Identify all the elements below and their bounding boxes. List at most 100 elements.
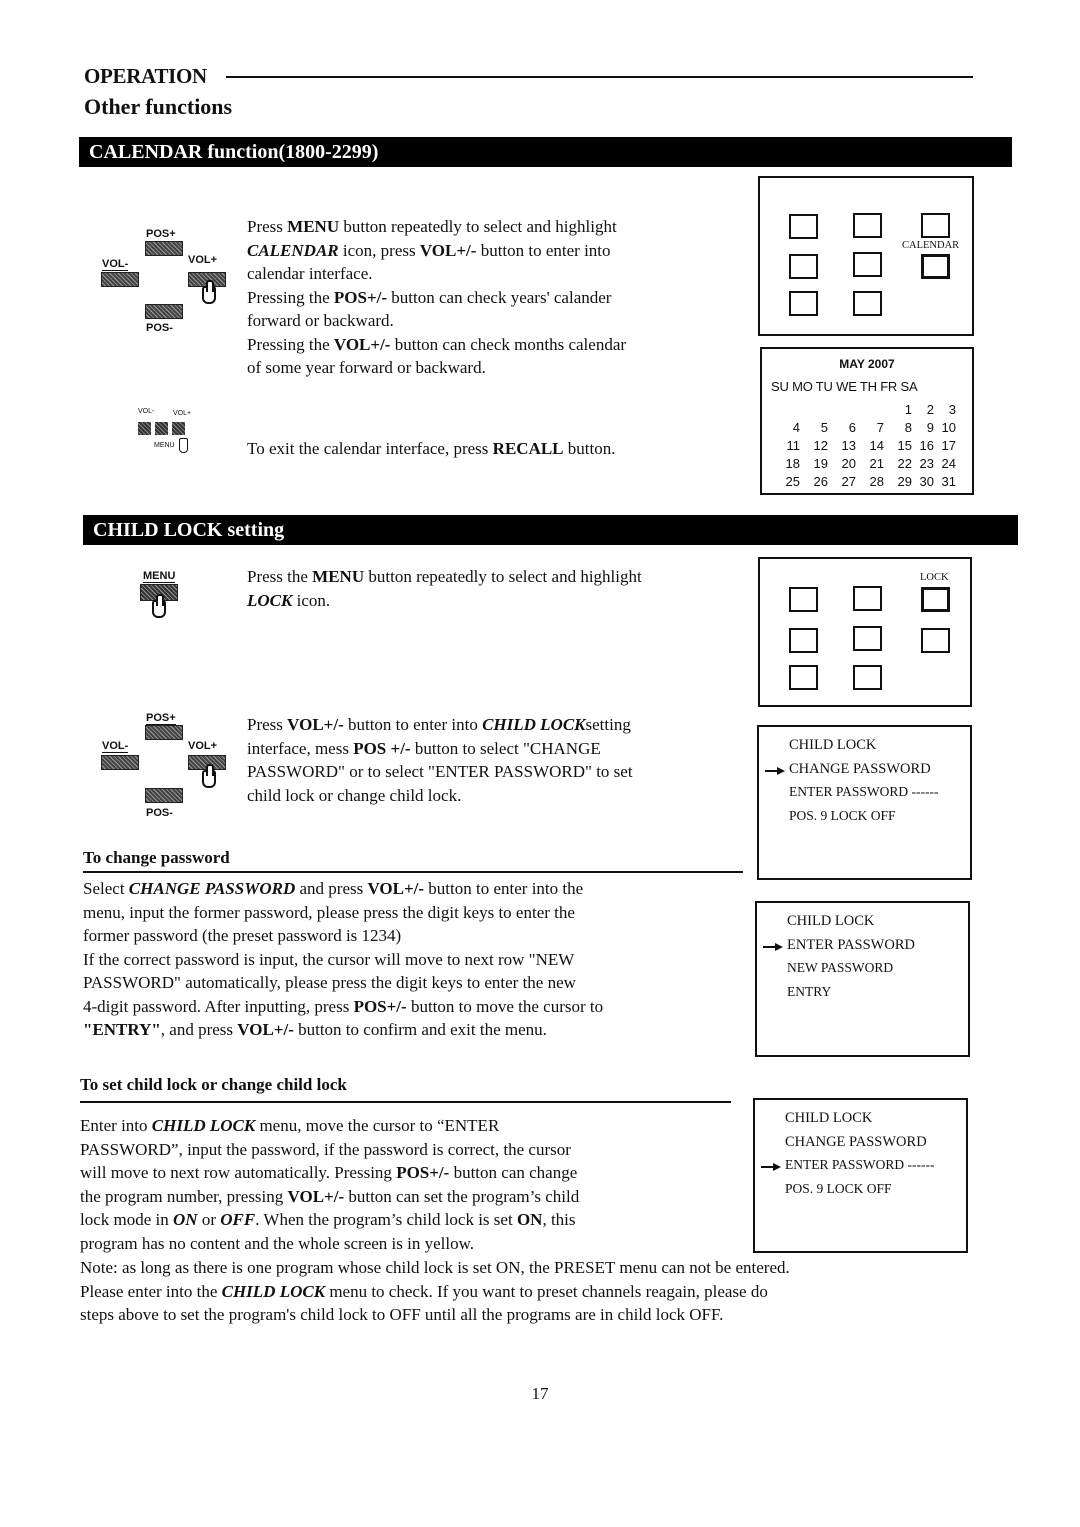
calendar-day: 22 [897,456,912,471]
pos-plus-key-icon [145,725,183,740]
emphasis-text: VOL+/- [287,715,344,734]
menu-option: CHILD LOCK [785,1110,873,1126]
menu-icon-box [789,628,818,653]
emphasis-text: CHANGE PASSWORD [128,879,296,898]
vol-minus-label: VOL- [102,258,129,271]
emphasis-text: OFF [220,1210,256,1229]
calendar-day: 31 [941,474,956,489]
menu-option: ENTER PASSWORD ------ [785,1157,935,1172]
vol-minus-key-icon [101,755,139,770]
menu-option: CHANGE PASSWORD [785,1133,927,1150]
change-password-heading: To change password [83,848,230,867]
calendar-day: 1 [904,402,912,417]
page-subtitle: Other functions [84,94,233,119]
heading-rule [226,76,973,78]
set-child-lock-instructions: Enter into CHILD LOCK menu, move the cur… [80,1116,580,1253]
pos-minus-label: POS- [146,807,173,819]
menu-icon-box [853,291,882,316]
calendar-day: 23 [919,456,934,471]
calendar-day: 12 [813,438,828,453]
pos-plus-key-icon [145,241,183,256]
menu-option: CHILD LOCK [789,737,877,753]
calendar-empty-cell [772,401,800,419]
pos-plus-label: POS+ [146,712,176,725]
menu-icon-box [789,291,818,316]
vol-minus-key-icon [101,272,139,287]
calendar-instructions: Press MENU button repeatedly to select a… [247,217,627,377]
small-menu-key-icon [155,422,168,435]
child-lock-menu-set-lock: CHILD LOCK CHANGE PASSWORD ENTER PASSWORD … [753,1098,968,1253]
page-number: 17 [531,1384,549,1403]
calendar-day: 15 [897,438,912,453]
heading-rule [80,1101,731,1103]
menu-icon-box [853,665,882,690]
lock-menu-screen: LOCK [758,557,972,707]
calendar-day: 4 [792,420,800,435]
menu-icon-box [853,626,882,651]
calendar-day: 18 [785,456,800,471]
set-child-lock-heading: To set child lock or change child lock [80,1075,347,1094]
emphasis-text: CALENDAR [247,240,339,260]
emphasis-text: MENU [312,567,365,586]
change-password-instructions: Select CHANGE PASSWORD and press VOL+/- … [83,879,604,1039]
calendar-day: 26 [813,474,828,489]
calendar-empty-cell [800,401,828,419]
heading-rule [83,871,743,873]
emphasis-text: MENU [287,217,340,236]
calendar-day: 6 [848,420,856,435]
cursor-arrow-icon [761,1163,781,1171]
small-hand-icon [179,438,188,453]
menu-option: POS. 9 LOCK OFF [785,1180,892,1196]
calendar-menu-screen: CALENDAR [758,176,974,336]
calendar-day: 9 [926,420,934,435]
emphasis-text: POS +/- [353,738,411,758]
calendar-day: 28 [869,474,884,489]
operation-heading: OPERATION [84,64,207,88]
menu-option: NEW PASSWORD [787,960,894,975]
calendar-weekday-header: SU MO TU WE TH FR SA [771,379,918,394]
menu-icon-box [921,628,950,653]
menu-option: CHANGE PASSWORD [789,760,931,777]
calendar-section-bar: CALENDAR function(1800-2299) [79,137,1012,167]
calendar-day: 19 [813,456,828,471]
calendar-day: 14 [869,438,884,453]
calendar-day: 27 [841,474,856,489]
pointing-hand-icon [152,594,166,618]
menu-icon-box [853,586,882,611]
calendar-day: 13 [841,438,856,453]
emphasis-text: LOCK [247,590,293,610]
child-lock-menu-change-password: CHILD LOCK CHANGE PASSWORD ENTER PASSWORD … [757,725,972,880]
menu-option: CHILD LOCK [787,913,875,929]
preset-note: Note: as long as there is one program wh… [80,1258,790,1324]
emphasis-text: POS+/- [396,1163,450,1182]
vol-minus-label: VOL- [102,740,129,753]
pos-minus-key-icon [145,788,183,803]
pointing-hand-icon [202,764,216,788]
pointing-hand-icon [202,280,216,304]
calendar-day: 17 [941,438,956,453]
emphasis-text: VOL+/- [333,334,391,354]
emphasis-text: ON [173,1210,198,1229]
pos-plus-label: POS+ [146,228,176,240]
lock-icon-box-highlighted [921,587,950,612]
calendar-day: 29 [897,474,912,489]
menu-icon-box [789,214,818,239]
emphasis-text: VOL+/- [367,879,425,898]
menu-option: ENTER PASSWORD ------ [789,784,939,799]
child-lock-step1: Press the MENU button repeatedly to sele… [247,567,642,610]
remote-direction-pad-diagram: POS+ VOL- VOL+ POS- [98,712,238,837]
calendar-day: 7 [876,420,884,435]
menu-icon-box [921,213,950,238]
vol-plus-label: VOL+ [188,740,218,752]
menu-option: ENTER PASSWORD [787,936,915,953]
calendar-empty-cell [856,401,884,419]
cursor-arrow-icon [763,942,783,951]
child-lock-section-title: CHILD LOCK setting [93,518,285,541]
calendar-day: 11 [786,438,801,453]
calendar-day: 21 [869,456,884,471]
menu-icon-box [789,254,818,279]
calendar-empty-cell [828,401,856,419]
small-vol-plus-key-icon [172,422,185,435]
calendar-day: 10 [941,420,956,435]
small-vol-minus-key-icon [138,422,151,435]
